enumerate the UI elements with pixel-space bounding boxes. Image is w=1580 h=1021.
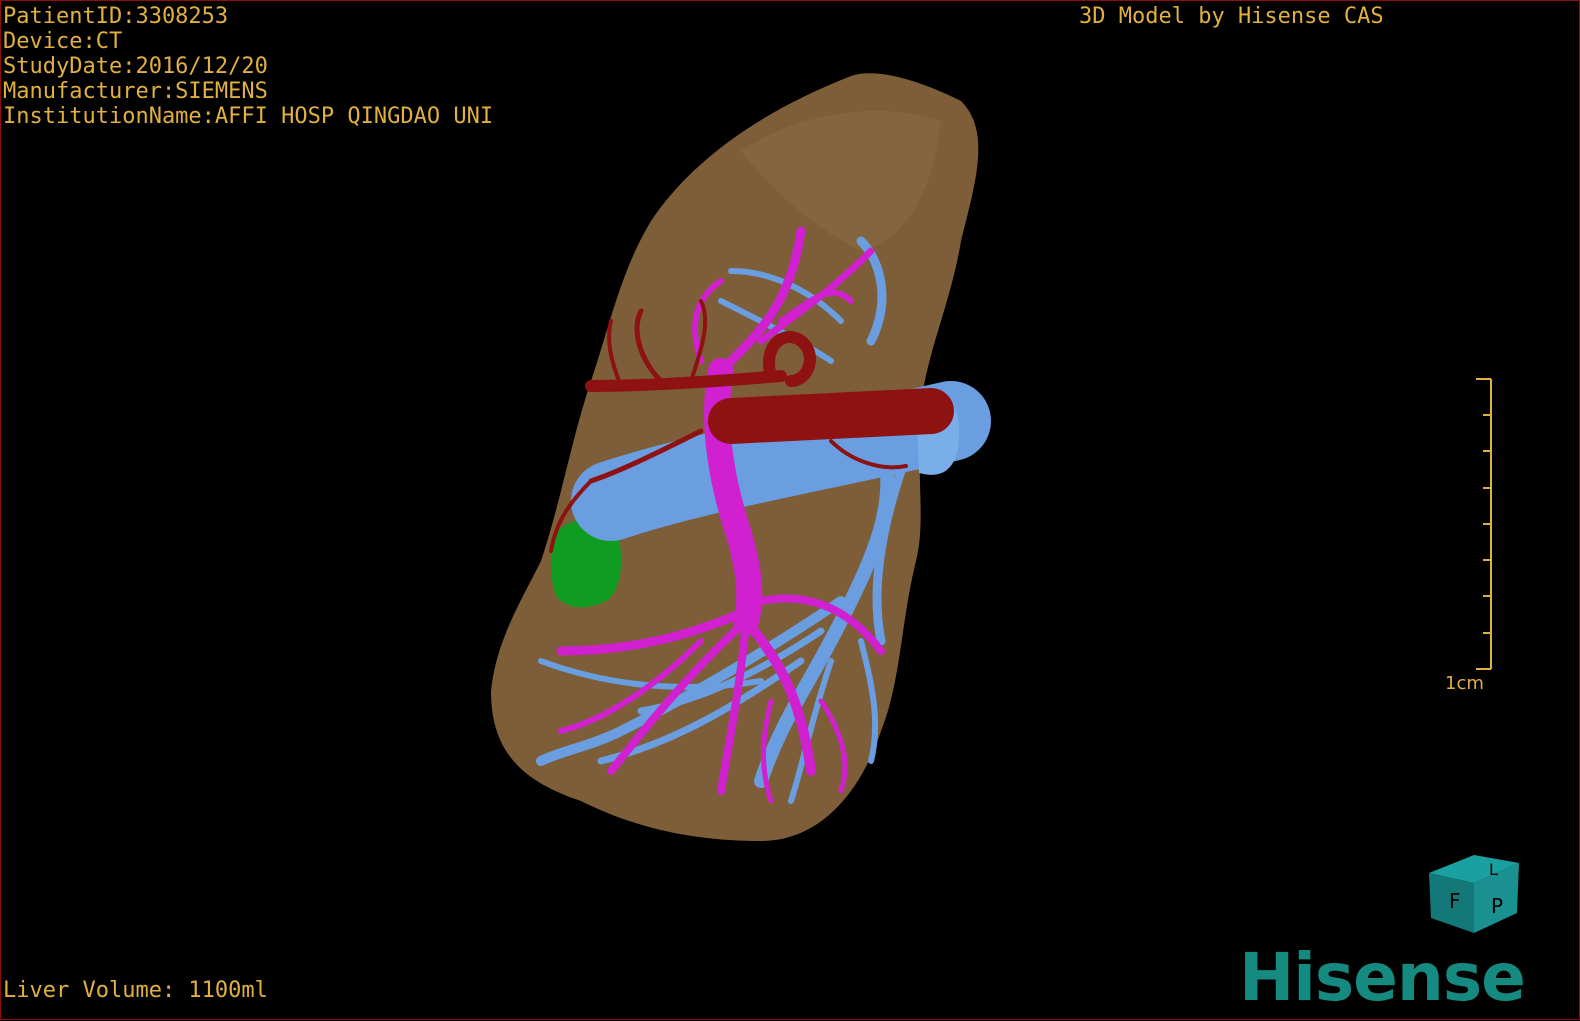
hisense-logo: Hisense — [1239, 939, 1526, 1016]
cube-face-p: P — [1491, 894, 1503, 918]
cube-face-f: F — [1449, 889, 1461, 913]
scale-bar — [1476, 378, 1492, 670]
cube-face-l: L — [1489, 860, 1498, 879]
model-credit: 3D Model by Hisense CAS — [1079, 4, 1384, 29]
study-date-text: StudyDate:2016/12/20 — [3, 54, 268, 79]
manufacturer-text: Manufacturer:SIEMENS — [3, 79, 268, 104]
liver-3d-model[interactable] — [1, 1, 1580, 1021]
3d-viewport[interactable]: PatientID:3308253 Device:CT StudyDate:20… — [0, 0, 1580, 1020]
orientation-cube[interactable]: F P L — [1419, 833, 1529, 943]
patient-id-text: PatientID:3308253 — [3, 4, 229, 29]
institution-text: InstitutionName:AFFI HOSP QINGDAO UNI — [3, 104, 494, 129]
liver-volume-text: Liver Volume: 1100ml — [3, 978, 268, 1003]
scale-bar-label: 1cm — [1445, 673, 1484, 694]
device-text: Device:CT — [3, 29, 123, 54]
